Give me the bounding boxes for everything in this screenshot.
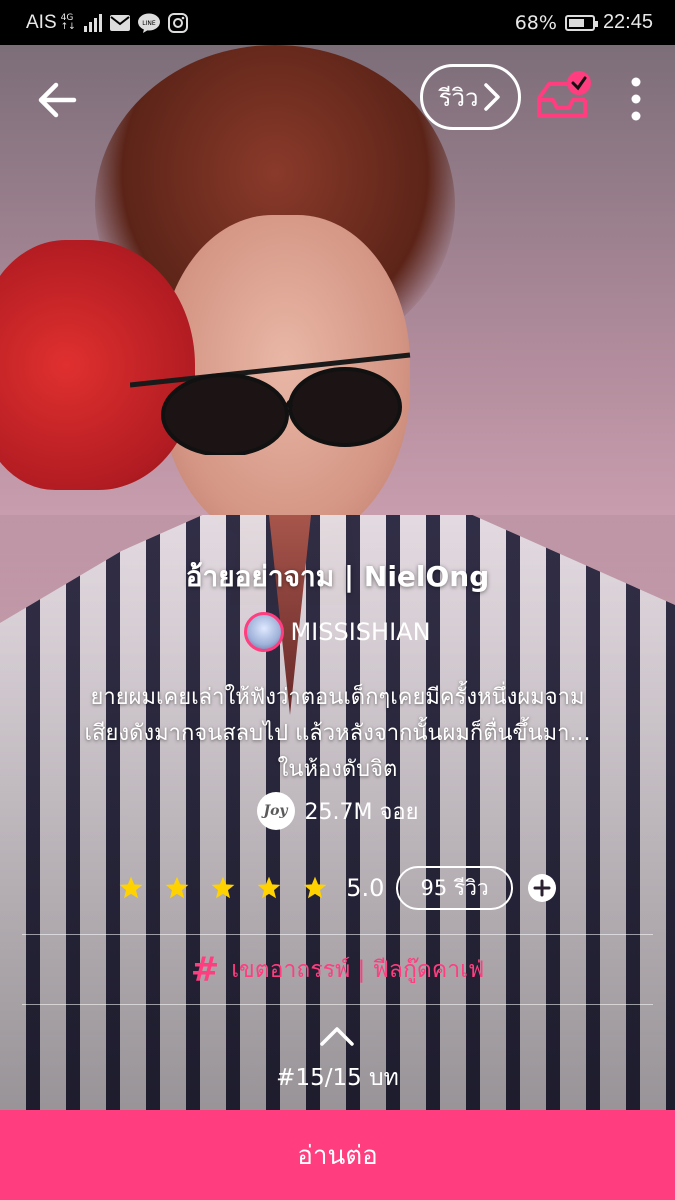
joy-icon: Joy xyxy=(256,792,295,830)
more-options-button[interactable] xyxy=(618,74,654,124)
synopsis-line: ในห้องดับจิต xyxy=(277,757,398,782)
network-type: 4G ↑↓ xyxy=(60,12,76,32)
rating-row: 5.0 95 รีวิว xyxy=(0,866,675,910)
story-tags[interactable]: # เขตอาถรรพ์ | ฟีลกู๊ดคาเฟ่ xyxy=(0,952,675,988)
author-link[interactable]: MISSISHIAN xyxy=(0,612,675,652)
author-name: MISSISHIAN xyxy=(290,618,431,646)
view-count: Joy 25.7M จอย xyxy=(0,792,675,830)
divider xyxy=(22,934,653,935)
star-icon xyxy=(303,876,327,899)
synopsis-line: เสียงดังมากจนสลบไป แล้วหลังจากนั้นผมก็ตื… xyxy=(84,721,591,746)
library-check-icon xyxy=(537,71,591,118)
battery-percent: 68% xyxy=(514,11,557,34)
battery-fill xyxy=(568,18,584,27)
synopsis-line: ยายผมเคยเล่าให้ฟังว่าตอนเด็กๆเคยมีครั้งห… xyxy=(90,685,585,710)
back-button[interactable] xyxy=(30,72,86,128)
review-button-label: รีวิว xyxy=(438,83,479,112)
add-review-icon[interactable] xyxy=(527,873,557,903)
episode-counter: #15/15 บท xyxy=(276,1065,399,1091)
star-icon xyxy=(165,876,189,899)
view-count-label: 25.7M จอย xyxy=(304,799,419,825)
review-button[interactable]: รีวิว xyxy=(420,64,521,130)
star-icon xyxy=(119,876,143,899)
reviews-button[interactable]: 95 รีวิว xyxy=(396,866,513,910)
clock: 22:45 xyxy=(602,11,653,33)
rating-stars xyxy=(118,875,328,901)
divider xyxy=(22,1004,653,1005)
reviews-count: 95 รีวิว xyxy=(420,875,489,900)
tags-label: เขตอาถรรพ์ | ฟีลกู๊ดคาเฟ่ xyxy=(231,957,485,983)
status-right: 68% 22:45 xyxy=(515,11,653,34)
star-icon xyxy=(257,876,281,899)
instagram-icon xyxy=(167,12,188,33)
battery-icon xyxy=(564,14,598,31)
story-title: อ้ายอย่าจาม | NielOng xyxy=(185,560,490,593)
carrier-label: AIS xyxy=(26,11,57,33)
rating-value: 5.0 xyxy=(346,874,385,902)
continue-reading-button[interactable]: อ่านต่อ xyxy=(0,1110,675,1200)
continue-reading-label: อ่านต่อ xyxy=(297,1140,378,1171)
add-to-library-button[interactable] xyxy=(533,70,599,126)
chevron-up-icon[interactable] xyxy=(318,1024,356,1048)
svg-text:LINE: LINE xyxy=(142,20,156,27)
cover-sunglasses xyxy=(130,352,411,455)
more-vertical-icon xyxy=(631,77,641,121)
line-icon: LINE xyxy=(137,13,160,33)
story-synopsis: ยายผมเคยเล่าให้ฟังว่าตอนเด็กๆเคยมีครั้งห… xyxy=(40,680,635,788)
signal-icon xyxy=(83,13,102,32)
hashtag-icon: # xyxy=(190,950,220,990)
author-avatar xyxy=(244,612,285,652)
star-icon xyxy=(211,876,235,899)
status-left: AIS 4G ↑↓ LINE xyxy=(26,12,188,34)
arrow-left-icon xyxy=(38,82,77,118)
status-bar: AIS 4G ↑↓ LINE 68% 22:45 xyxy=(0,0,675,45)
mail-icon xyxy=(109,14,130,31)
chevron-right-icon xyxy=(484,83,501,111)
